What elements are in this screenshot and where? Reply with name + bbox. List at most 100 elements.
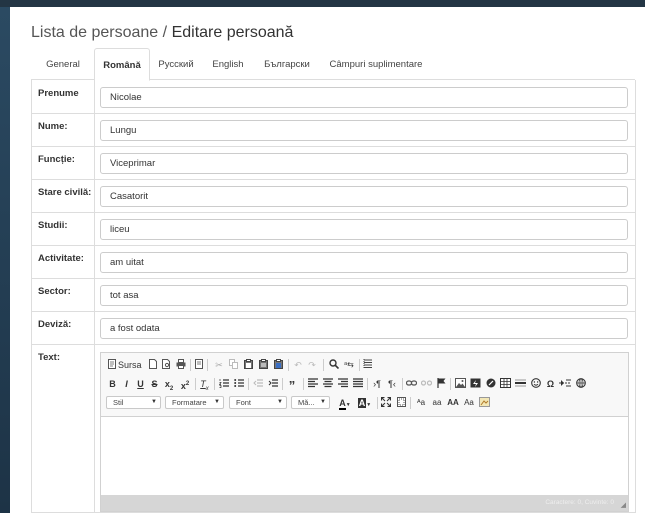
row-divider	[32, 278, 635, 279]
word-count: Caractere: 0, Cuvinte: 0	[545, 499, 614, 506]
form-table: Prenume Nicolae Nume: Lungu Funcție: Vic…	[31, 80, 636, 513]
row-divider	[32, 311, 635, 312]
paste-text-icon[interactable]	[258, 359, 268, 371]
stare-civila-input[interactable]: Casatorit	[100, 186, 628, 207]
show-blocks-icon[interactable]	[396, 397, 406, 409]
justify-icon[interactable]	[353, 378, 363, 390]
source-button-label[interactable]: Sursa	[118, 359, 142, 371]
row-divider	[32, 146, 635, 147]
outdent-icon[interactable]	[253, 378, 263, 390]
tab-romana[interactable]: Română	[94, 48, 150, 81]
cut-icon[interactable]: ✂	[214, 359, 224, 371]
sector-input[interactable]: tot asa	[100, 285, 628, 306]
print-icon[interactable]	[176, 359, 186, 371]
format-combo[interactable]: Formatare ▼	[165, 396, 224, 409]
lowercase-icon[interactable]: aa	[431, 397, 443, 409]
link-icon[interactable]	[405, 378, 418, 390]
size-combo-label: Mă...	[298, 398, 315, 407]
editor-content-area[interactable]	[101, 417, 628, 494]
anchor-icon[interactable]	[436, 378, 446, 390]
paste-image-icon[interactable]	[479, 397, 490, 409]
tab-english[interactable]: English	[203, 48, 253, 79]
select-all-icon[interactable]	[363, 359, 373, 371]
label-text: Text:	[38, 352, 60, 363]
bulleted-list-icon[interactable]	[234, 378, 244, 390]
page-break-icon[interactable]	[559, 378, 571, 390]
font-combo-label: Font	[236, 398, 252, 407]
undo-icon[interactable]: ↶	[293, 359, 303, 371]
bg-color-icon[interactable]: A▼	[356, 397, 373, 409]
source-icon[interactable]	[108, 359, 116, 371]
case-change-icon[interactable]: ᴬa	[415, 397, 427, 409]
toolbar-separator	[303, 378, 304, 390]
tab-extra-fields[interactable]: Câmpuri suplimentare	[321, 48, 431, 79]
new-page-icon[interactable]	[148, 359, 157, 371]
subscript-icon[interactable]: x2	[163, 378, 175, 392]
prenume-input[interactable]: Nicolae	[100, 87, 628, 108]
align-right-icon[interactable]	[338, 378, 348, 390]
editor-status-bar: Caractere: 0, Cuvinte: 0 ◢	[101, 495, 628, 511]
titlecase-icon[interactable]: Aa	[463, 397, 475, 409]
remove-format-icon[interactable]: Tx	[199, 378, 210, 392]
functie-input[interactable]: Viceprimar	[100, 153, 628, 174]
redo-icon[interactable]: ↷	[307, 359, 317, 371]
templates-icon[interactable]	[194, 359, 203, 371]
align-left-icon[interactable]	[308, 378, 318, 390]
preview-icon[interactable]	[162, 359, 171, 371]
style-combo[interactable]: Stil ▼	[106, 396, 161, 409]
paste-icon[interactable]	[243, 359, 253, 371]
bold-icon[interactable]: B	[108, 378, 117, 390]
toolbar-separator	[190, 359, 191, 371]
find-icon[interactable]	[328, 359, 339, 371]
breadcrumb-parent[interactable]: Lista de persoane	[31, 24, 158, 41]
ltr-icon[interactable]: ›¶	[371, 378, 383, 390]
text-color-icon[interactable]: A▼	[337, 397, 353, 410]
replace-icon[interactable]: ᵃ⇆	[343, 359, 355, 371]
row-divider	[32, 212, 635, 213]
resize-handle-icon[interactable]: ◢	[621, 501, 626, 509]
tab-bulgarian[interactable]: Български	[256, 48, 318, 79]
italic-icon[interactable]: I	[122, 378, 131, 390]
row-divider	[32, 344, 635, 345]
label-activitate: Activitate:	[38, 253, 84, 264]
tab-russian[interactable]: Русский	[151, 48, 201, 79]
unlink-icon[interactable]	[420, 378, 433, 390]
size-combo[interactable]: Mă... ▼	[291, 396, 330, 409]
nume-input[interactable]: Lungu	[100, 120, 628, 141]
underline-icon[interactable]: U	[136, 378, 145, 390]
breadcrumb-separator: /	[162, 24, 168, 41]
maximize-icon[interactable]	[380, 396, 392, 409]
image-icon[interactable]	[455, 378, 466, 390]
youtube-icon[interactable]	[485, 378, 496, 390]
special-char-icon[interactable]: Ω	[545, 378, 556, 390]
activitate-input[interactable]: am uitat	[100, 252, 628, 273]
rtl-icon[interactable]: ¶‹	[386, 378, 398, 390]
editor-toolbar: Sursa ✂ ↶ ↷ ᵃ⇆ B I U S x2 x2 Tx ” ›¶ ¶‹ …	[101, 353, 628, 417]
toolbar-separator	[402, 378, 403, 390]
toolbar-separator	[359, 359, 360, 371]
tab-general[interactable]: General	[31, 48, 95, 79]
deviza-input[interactable]: a fost odata	[100, 318, 628, 339]
page-title: Lista de persoane / Editare persoană	[31, 24, 293, 42]
row-divider	[32, 245, 635, 246]
row-divider	[32, 113, 635, 114]
font-combo[interactable]: Font ▼	[229, 396, 287, 409]
label-sector: Sector:	[38, 286, 71, 297]
indent-icon[interactable]	[268, 378, 278, 390]
blockquote-icon[interactable]: ”	[286, 378, 298, 393]
superscript-icon[interactable]: x2	[179, 378, 191, 391]
paste-word-icon[interactable]	[273, 359, 283, 371]
flash-icon[interactable]	[470, 378, 481, 390]
main-panel: Lista de persoane / Editare persoană Gen…	[10, 7, 645, 513]
iframe-icon[interactable]	[575, 378, 586, 390]
numbered-list-icon[interactable]	[218, 378, 229, 390]
smiley-icon[interactable]	[530, 378, 541, 390]
copy-icon[interactable]	[228, 359, 238, 371]
horizontal-rule-icon[interactable]	[515, 378, 526, 390]
table-icon[interactable]	[500, 378, 511, 390]
studii-input[interactable]: liceu	[100, 219, 628, 240]
strike-icon[interactable]: S	[150, 378, 159, 390]
uppercase-icon[interactable]: AA	[447, 397, 459, 409]
align-center-icon[interactable]	[323, 378, 333, 390]
format-combo-label: Formatare	[172, 398, 207, 407]
